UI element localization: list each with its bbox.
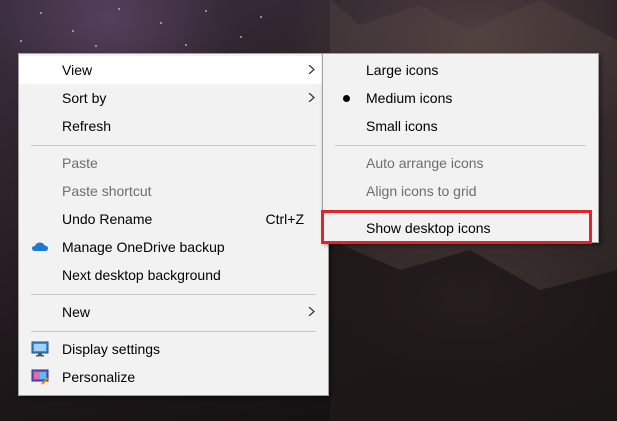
menu-item-manage-onedrive-backup[interactable]: Manage OneDrive backup (19, 233, 328, 261)
keyboard-shortcut: Ctrl+Z (265, 211, 305, 227)
menu-separator (31, 294, 316, 295)
chevron-right-icon (308, 65, 315, 74)
submenu-item-auto-arrange-icons: Auto arrange icons (323, 149, 598, 177)
highlight-annotation-box (321, 210, 592, 244)
menu-item-new[interactable]: New (19, 298, 328, 326)
submenu-item-medium-icons[interactable]: Medium icons (323, 84, 598, 112)
menu-item-label: New (62, 304, 91, 320)
menu-item-label: Medium icons (366, 90, 453, 106)
menu-item-paste: Paste (19, 149, 328, 177)
menu-item-undo-rename[interactable]: Undo Rename Ctrl+Z (19, 205, 328, 233)
menu-item-label: Manage OneDrive backup (62, 239, 225, 255)
menu-item-view[interactable]: View (19, 56, 328, 84)
menu-item-label: Paste (62, 155, 98, 171)
menu-item-personalize[interactable]: Personalize (19, 363, 328, 391)
submenu-item-align-icons-to-grid: Align icons to grid (323, 177, 598, 205)
menu-item-label: Undo Rename (62, 211, 153, 227)
menu-item-label: Sort by (62, 90, 107, 106)
menu-item-label: Auto arrange icons (366, 155, 484, 171)
menu-item-paste-shortcut: Paste shortcut (19, 177, 328, 205)
menu-separator (31, 145, 316, 146)
menu-item-label: Next desktop background (62, 267, 221, 283)
personalize-palette-icon (31, 369, 49, 385)
desktop-context-menu: View Sort by Refresh Paste Paste shortcu… (18, 53, 329, 396)
menu-item-label: Display settings (62, 341, 161, 357)
chevron-right-icon (308, 93, 315, 102)
submenu-item-large-icons[interactable]: Large icons (323, 56, 598, 84)
menu-item-label: Refresh (62, 118, 112, 134)
menu-item-next-desktop-background[interactable]: Next desktop background (19, 261, 328, 289)
menu-separator (335, 145, 586, 146)
menu-item-sort-by[interactable]: Sort by (19, 84, 328, 112)
menu-item-label: Personalize (62, 369, 136, 385)
onedrive-cloud-icon (32, 242, 48, 251)
chevron-right-icon (308, 307, 315, 316)
menu-item-display-settings[interactable]: Display settings (19, 335, 328, 363)
menu-item-label: Align icons to grid (366, 183, 477, 199)
display-monitor-icon (31, 341, 49, 357)
menu-item-label: Small icons (366, 118, 438, 134)
menu-item-label: Paste shortcut (62, 183, 152, 199)
menu-item-label: Large icons (366, 62, 439, 78)
submenu-item-small-icons[interactable]: Small icons (323, 112, 598, 140)
selected-radio-dot-icon (343, 95, 350, 102)
menu-separator (31, 331, 316, 332)
menu-item-label: View (62, 62, 93, 78)
menu-item-refresh[interactable]: Refresh (19, 112, 328, 140)
